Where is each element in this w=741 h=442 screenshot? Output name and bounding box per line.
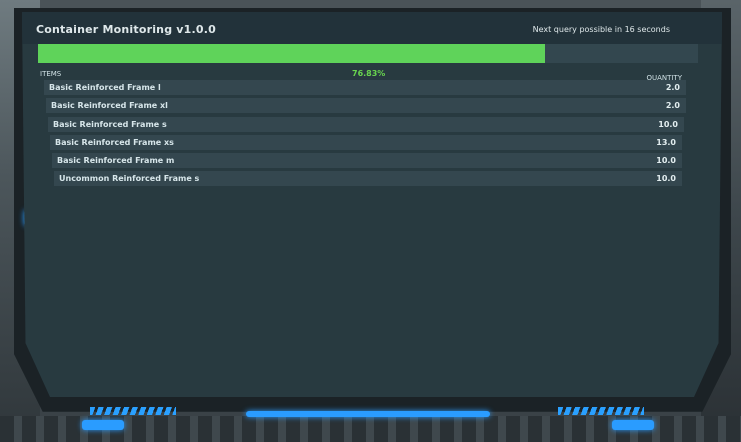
list-item: Basic Reinforced Frame l 2.0 [44,80,686,95]
item-quantity: 10.0 [656,174,676,183]
query-status: Next query possible in 16 seconds [532,25,670,34]
item-name: Basic Reinforced Frame l [49,83,161,92]
item-name: Basic Reinforced Frame m [57,156,175,165]
monitor-title: Container Monitoring v1.0.0 [36,23,216,36]
bottom-left-light [82,420,124,430]
list-item: Basic Reinforced Frame m 10.0 [52,153,682,168]
item-quantity: 2.0 [665,101,680,110]
list-item: Basic Reinforced Frame xl 2.0 [46,98,686,113]
capacity-progress-fill [38,44,546,63]
list-item: Basic Reinforced Frame s 10.0 [48,117,684,132]
capacity-percent-label: 76.83% [352,69,386,78]
monitor-screen: Container Monitoring v1.0.0 Next query p… [22,12,722,397]
bottom-right-light [612,420,654,430]
item-name: Basic Reinforced Frame xl [51,101,168,110]
items-column-header: ITEMS [40,70,62,78]
item-quantity: 13.0 [656,138,676,147]
bottom-right-stripes [558,407,644,415]
item-name: Basic Reinforced Frame xs [55,138,174,147]
monitor-header: Container Monitoring v1.0.0 Next query p… [22,12,722,44]
item-quantity: 10.0 [658,120,678,129]
item-name: Basic Reinforced Frame s [53,120,167,129]
list-item: Uncommon Reinforced Frame s 10.0 [54,171,682,186]
capacity-progress-bar [38,44,698,63]
item-quantity: 2.0 [665,83,680,92]
list-item: Basic Reinforced Frame xs 13.0 [50,135,682,150]
bottom-center-light [246,411,490,417]
bottom-left-stripes [90,407,176,415]
item-name: Uncommon Reinforced Frame s [59,174,200,183]
item-quantity: 10.0 [656,156,676,165]
